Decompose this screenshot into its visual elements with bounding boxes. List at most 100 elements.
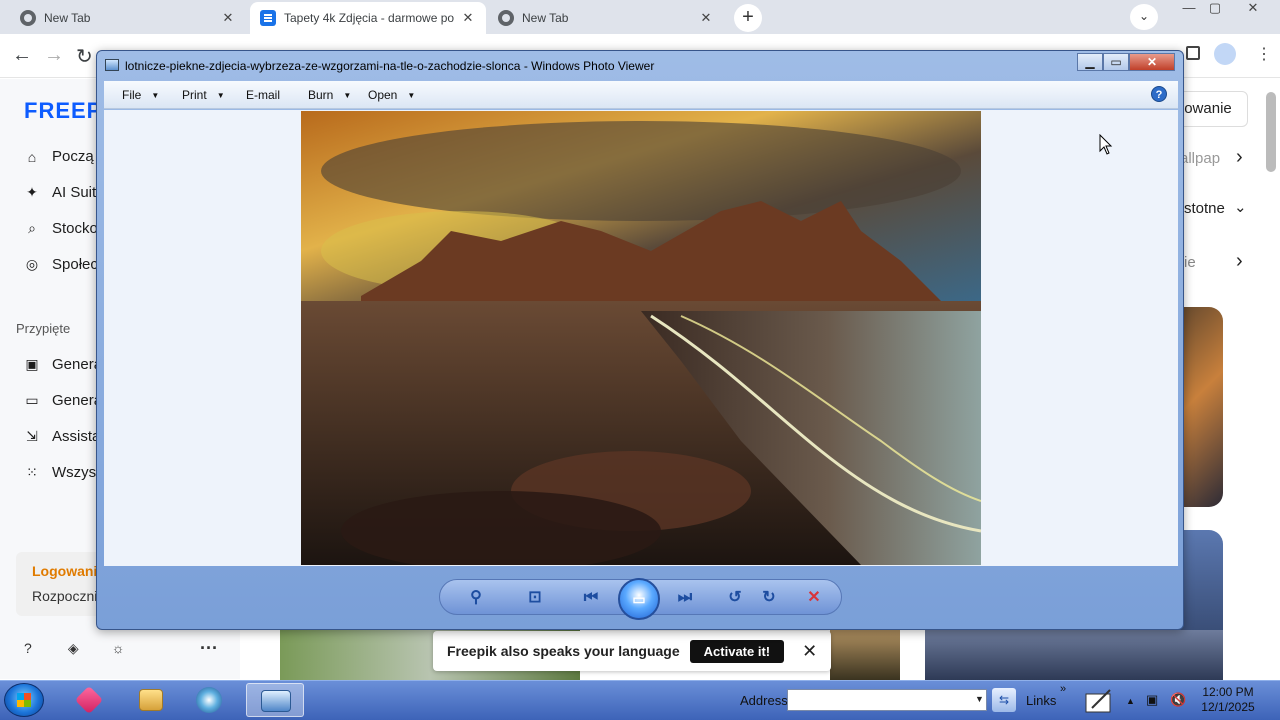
chevron-right-icon[interactable]: › bbox=[1236, 250, 1243, 273]
go-button[interactable]: ⇆ bbox=[992, 688, 1016, 712]
address-toolbar-label: Address bbox=[740, 693, 788, 708]
menu-label: Burn bbox=[308, 88, 334, 102]
links-toolbar-label[interactable]: Links bbox=[1026, 693, 1056, 708]
tab-label: New Tab bbox=[44, 11, 91, 25]
back-button[interactable]: ← bbox=[12, 44, 32, 67]
more-options-icon[interactable]: ··· bbox=[200, 638, 218, 659]
globe-icon: ◎ bbox=[25, 256, 39, 272]
photo-viewer-app-icon bbox=[105, 59, 119, 71]
sidebar-item-all-tools[interactable]: ⁙ Wszys bbox=[24, 464, 96, 481]
actual-size-icon[interactable]: ⊡ bbox=[523, 588, 547, 608]
help-icon[interactable]: ? bbox=[24, 640, 64, 656]
sidebar-item-video-generator[interactable]: ▭ Genera bbox=[24, 392, 102, 409]
taskbar-media-player[interactable] bbox=[184, 683, 234, 717]
viewer-minimize-button[interactable]: ▁ bbox=[1077, 53, 1103, 71]
side-panel-icon[interactable] bbox=[1186, 46, 1200, 60]
help-icon[interactable]: ? bbox=[1151, 86, 1167, 102]
tab-freepik[interactable]: Tapety 4k Zdjęcia - darmowe po ✕ bbox=[250, 2, 486, 34]
delete-icon[interactable]: ✕ bbox=[802, 588, 826, 608]
tray-expand-icon[interactable]: ▲ bbox=[1126, 696, 1135, 706]
chevron-right-icon[interactable]: › bbox=[1236, 146, 1243, 169]
dropdown-arrow-icon: ▼ bbox=[151, 91, 160, 100]
links-chevron-icon[interactable]: » bbox=[1060, 683, 1066, 695]
image-thumbnail[interactable] bbox=[925, 630, 1223, 680]
menu-email[interactable]: E-mail bbox=[246, 88, 280, 102]
forward-button[interactable]: → bbox=[44, 44, 64, 67]
slideshow-button[interactable]: ▭ bbox=[618, 578, 660, 620]
sidebar-item-label: Genera bbox=[52, 356, 103, 373]
previous-icon[interactable]: ⏮ bbox=[579, 588, 603, 608]
category-wallpapers[interactable]: allpap bbox=[1180, 150, 1220, 167]
tab-close-icon[interactable]: ✕ bbox=[220, 10, 236, 26]
sidebar-footer: ? ◈ ☼ bbox=[24, 640, 152, 657]
photo-viewer-title: lotnicze-piekne-zdjecia-wybrzeza-ze-wzgo… bbox=[125, 59, 655, 73]
profile-avatar[interactable] bbox=[1214, 43, 1236, 65]
address-dropdown-icon[interactable]: ▼ bbox=[975, 694, 984, 704]
category-label: allpap bbox=[1180, 150, 1221, 167]
browser-menu-button[interactable]: ⋮ bbox=[1256, 44, 1272, 64]
start-button[interactable] bbox=[4, 683, 44, 717]
theme-icon[interactable]: ☼ bbox=[112, 640, 152, 656]
filter-label: stotne bbox=[1184, 200, 1225, 217]
browser-maximize-button[interactable]: ▢ bbox=[1200, 0, 1230, 18]
pen-input-icon[interactable] bbox=[1084, 686, 1114, 714]
freepik-favicon-icon bbox=[260, 10, 276, 26]
menu-open[interactable]: Open ▼ bbox=[368, 88, 415, 102]
page-scrollbar[interactable] bbox=[1266, 92, 1276, 172]
filter-more[interactable]: ie bbox=[1184, 254, 1196, 271]
sidebar-item-community[interactable]: ◎ Społec bbox=[24, 256, 98, 273]
taskbar-file-explorer[interactable] bbox=[126, 683, 176, 717]
volume-muted-icon[interactable]: 🔇 bbox=[1170, 692, 1186, 708]
login-promo-title[interactable]: Logowani bbox=[32, 563, 97, 579]
address-input[interactable] bbox=[787, 689, 987, 711]
menu-file[interactable]: File ▼ bbox=[122, 88, 159, 102]
sidebar-item-ai-suite[interactable]: ✦ AI Suit bbox=[24, 184, 96, 201]
tab-search-button[interactable]: ⌄ bbox=[1130, 4, 1158, 30]
network-icon[interactable]: ▣ bbox=[1146, 692, 1158, 708]
tab-new-tab-1[interactable]: New Tab ✕ bbox=[0, 2, 246, 34]
menu-burn[interactable]: Burn ▼ bbox=[308, 88, 351, 102]
photo-viewer-icon bbox=[261, 690, 291, 712]
next-icon[interactable]: ⏭ bbox=[673, 588, 697, 608]
sidebar-item-home[interactable]: ⌂ Począ bbox=[24, 148, 94, 165]
photo-viewer-controls: ⚲ ⊡ ⏮ ▭ ⏭ ↺ ↻ ✕ bbox=[439, 578, 842, 620]
menu-print[interactable]: Print ▼ bbox=[182, 88, 225, 102]
rotate-counterclockwise-icon[interactable]: ↺ bbox=[723, 588, 747, 608]
new-tab-button[interactable]: + bbox=[734, 4, 762, 32]
sidebar-item-stock[interactable]: ⌕ Stocko bbox=[24, 220, 98, 237]
language-banner: Freepik also speaks your language Activa… bbox=[433, 631, 831, 671]
grid-icon: ⁙ bbox=[26, 464, 38, 480]
rotate-clockwise-icon[interactable]: ↻ bbox=[757, 588, 781, 608]
viewer-maximize-button[interactable]: ▭ bbox=[1103, 53, 1129, 71]
dropdown-arrow-icon: ▼ bbox=[407, 91, 416, 100]
chrome-icon bbox=[498, 10, 514, 26]
language-banner-text: Freepik also speaks your language bbox=[447, 643, 680, 659]
tab-close-icon[interactable]: ✕ bbox=[460, 10, 476, 26]
tab-label: Tapety 4k Zdjęcia - darmowe po bbox=[284, 11, 455, 25]
home-icon: ⌂ bbox=[27, 148, 37, 165]
sidebar-item-image-generator[interactable]: ▣ Genera bbox=[24, 356, 102, 373]
taskbar-photo-viewer[interactable] bbox=[246, 683, 304, 717]
tab-close-icon[interactable]: ✕ bbox=[698, 10, 714, 26]
sidebar-item-assistant[interactable]: ⇲ Assista bbox=[24, 428, 100, 445]
sidebar-item-label: AI Suit bbox=[52, 184, 97, 201]
viewer-close-button[interactable]: ✕ bbox=[1129, 53, 1175, 71]
menu-label: Print bbox=[182, 88, 207, 102]
menu-label: File bbox=[122, 88, 142, 102]
browser-close-button[interactable]: ✕ bbox=[1238, 0, 1268, 18]
activate-language-button[interactable]: Activate it! bbox=[689, 639, 785, 663]
site-logo[interactable]: FREEP bbox=[24, 98, 102, 124]
taskbar-clock[interactable]: 12:00 PM 12/1/2025 bbox=[1196, 685, 1260, 715]
chevron-down-icon[interactable]: ⌄ bbox=[1234, 198, 1247, 216]
tab-new-tab-2[interactable]: New Tab ✕ bbox=[478, 2, 724, 34]
taskbar-app-1[interactable] bbox=[64, 683, 114, 717]
reload-button[interactable]: ↻ bbox=[76, 44, 93, 69]
app-icon bbox=[74, 685, 104, 715]
zoom-icon[interactable]: ⚲ bbox=[464, 588, 488, 608]
discord-icon[interactable]: ◈ bbox=[68, 640, 108, 657]
dropdown-arrow-icon: ▼ bbox=[216, 91, 225, 100]
image-thumbnail[interactable] bbox=[830, 630, 900, 680]
filter-relevance[interactable]: stotne bbox=[1184, 200, 1225, 217]
sidebar-item-label: Stocko bbox=[52, 220, 98, 237]
close-icon[interactable]: ✕ bbox=[802, 641, 817, 662]
